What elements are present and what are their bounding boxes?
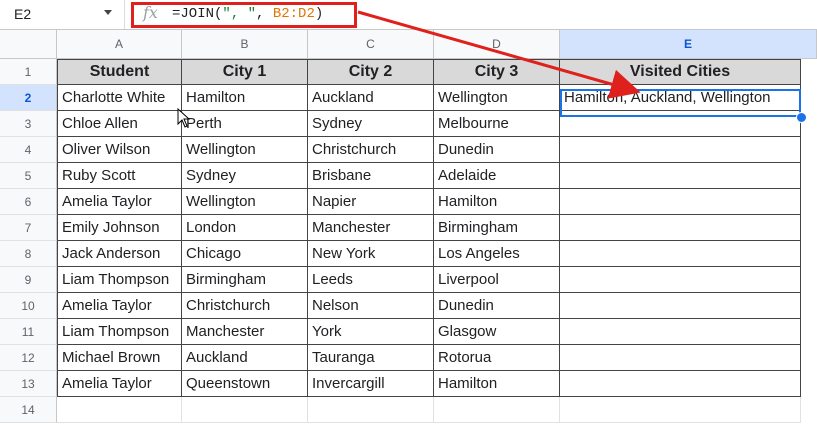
annotation-arrow-icon (357, 10, 641, 99)
